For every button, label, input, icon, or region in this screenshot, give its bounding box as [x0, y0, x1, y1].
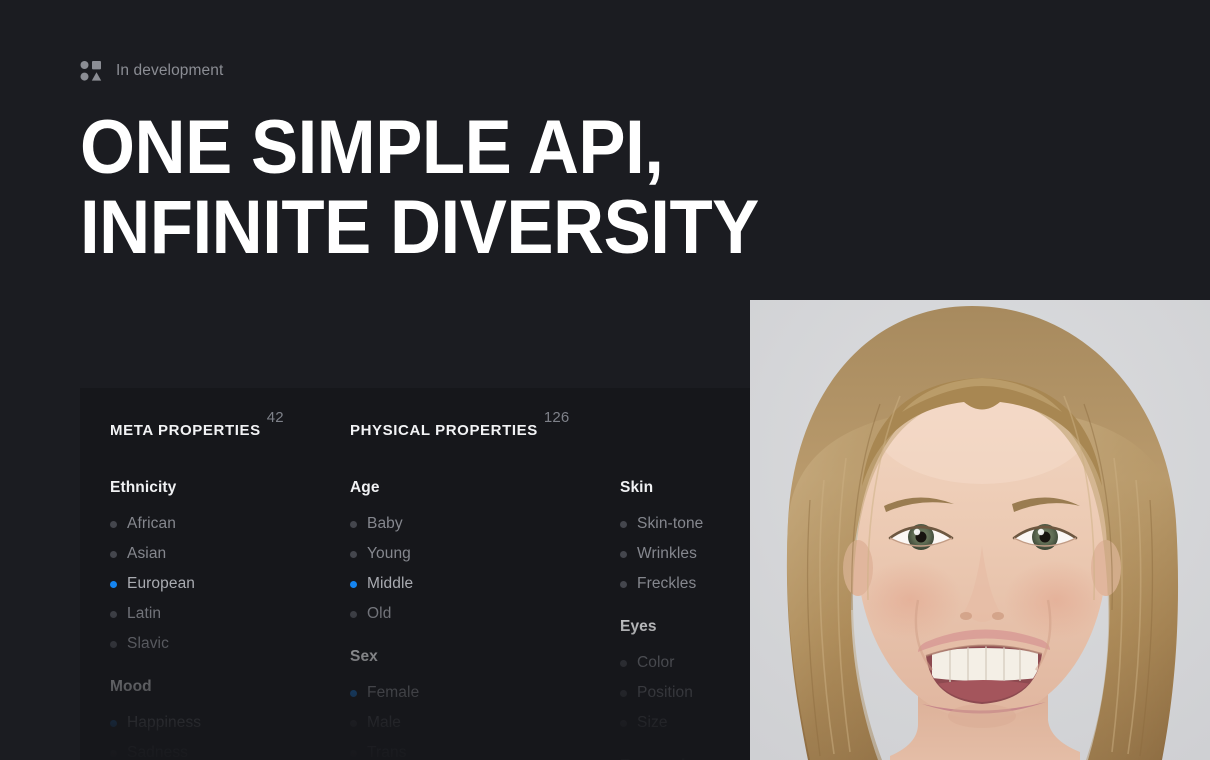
option-label: Middle	[367, 575, 414, 592]
properties-column-physical-a: Age Baby Young Middle Old Sex Female Mal…	[350, 478, 419, 760]
option-label: African	[127, 515, 176, 532]
option-happiness[interactable]: Happiness	[110, 708, 201, 738]
section-title: Mood	[110, 678, 152, 695]
option-label: Latin	[127, 605, 162, 622]
option-old[interactable]: Old	[350, 599, 419, 629]
option-dot-icon	[350, 749, 357, 757]
option-label: European	[127, 575, 196, 592]
section-title: Skin	[620, 479, 654, 496]
option-european[interactable]: European	[110, 569, 201, 599]
property-section-sex: Sex Female Male Trans	[350, 647, 419, 760]
option-label: Trans	[367, 744, 407, 760]
option-dot-icon	[350, 689, 357, 697]
option-label: Male	[367, 714, 401, 731]
group-title: PHYSICAL PROPERTIES	[350, 422, 538, 439]
option-position[interactable]: Position	[620, 678, 705, 708]
option-dot-icon	[620, 580, 627, 588]
option-trans[interactable]: Trans	[350, 738, 419, 760]
status-badge-label: In development	[116, 62, 224, 80]
option-label: Happiness	[127, 714, 202, 731]
section-title: Sex	[350, 648, 378, 665]
option-dot-icon	[110, 610, 117, 618]
option-dot-icon	[110, 719, 117, 727]
option-dot-icon	[350, 610, 357, 618]
status-badge: In development	[80, 60, 223, 82]
group-count: 42	[266, 409, 284, 426]
option-color[interactable]: Color	[620, 648, 705, 678]
property-section-skin: Skin Skin-tone Wrinkles Freckles	[620, 478, 705, 599]
property-section-eyes: Eyes Color Position Size	[620, 617, 705, 738]
option-dot-icon	[110, 520, 117, 528]
option-asian[interactable]: Asian	[110, 539, 201, 569]
option-dot-icon	[620, 719, 627, 727]
option-wrinkles[interactable]: Wrinkles	[620, 539, 705, 569]
properties-column-physical-b: Skin Skin-tone Wrinkles Freckles Eyes Co…	[620, 478, 705, 760]
option-male[interactable]: Male	[350, 708, 419, 738]
option-female[interactable]: Female	[350, 678, 419, 708]
properties-column-meta: Ethnicity African Asian European Latin S…	[110, 478, 201, 760]
option-label: Sadness	[127, 744, 189, 760]
shapes-grid-icon	[80, 60, 102, 82]
page-root: In development ONE SIMPLE API, INFINITE …	[0, 0, 1210, 760]
option-label: Freckles	[637, 575, 697, 592]
group-count: 126	[543, 409, 570, 426]
option-dot-icon	[620, 659, 627, 667]
option-dot-icon	[110, 550, 117, 558]
property-section-age: Age Baby Young Middle Old	[350, 478, 419, 629]
property-section-ethnicity: Ethnicity African Asian European Latin S…	[110, 478, 201, 659]
option-dot-icon	[350, 520, 357, 528]
section-title: Ethnicity	[110, 479, 177, 496]
option-dot-icon	[350, 719, 357, 727]
option-dot-icon	[620, 550, 627, 558]
section-title: Eyes	[620, 618, 657, 635]
option-size[interactable]: Size	[620, 708, 705, 738]
option-dot-icon	[110, 640, 117, 648]
property-section-mood: Mood Happiness Sadness	[110, 677, 201, 760]
property-section-expression: Expression	[620, 756, 705, 760]
option-middle[interactable]: Middle	[350, 569, 419, 599]
option-label: Wrinkles	[637, 545, 697, 562]
option-african[interactable]: African	[110, 509, 201, 539]
option-label: Slavic	[127, 635, 169, 652]
option-slavic[interactable]: Slavic	[110, 629, 201, 659]
option-dot-icon	[620, 520, 627, 528]
option-dot-icon	[110, 749, 117, 757]
option-label: Asian	[127, 545, 167, 562]
option-label: Old	[367, 605, 392, 622]
option-dot-icon	[620, 689, 627, 697]
option-skin-tone[interactable]: Skin-tone	[620, 509, 705, 539]
section-title: Expression	[620, 756, 705, 760]
option-sadness[interactable]: Sadness	[110, 738, 201, 760]
option-label: Size	[637, 714, 668, 731]
option-label: Baby	[367, 515, 403, 532]
option-label: Young	[367, 545, 411, 562]
portrait-image	[750, 300, 1210, 760]
option-label: Color	[637, 654, 675, 671]
option-dot-icon	[350, 580, 357, 588]
group-header-meta: META PROPERTIES 42	[110, 409, 284, 440]
option-label: Skin-tone	[637, 515, 704, 532]
group-title: META PROPERTIES	[110, 422, 261, 439]
section-title: Age	[350, 479, 380, 496]
option-freckles[interactable]: Freckles	[620, 569, 705, 599]
option-dot-icon	[350, 550, 357, 558]
option-dot-icon	[110, 580, 117, 588]
option-young[interactable]: Young	[350, 539, 419, 569]
option-label: Female	[367, 684, 420, 701]
option-latin[interactable]: Latin	[110, 599, 201, 629]
option-label: Position	[637, 684, 693, 701]
group-header-physical: PHYSICAL PROPERTIES 126	[350, 409, 569, 440]
option-baby[interactable]: Baby	[350, 509, 419, 539]
page-title: ONE SIMPLE API, INFINITE DIVERSITY	[80, 105, 759, 270]
